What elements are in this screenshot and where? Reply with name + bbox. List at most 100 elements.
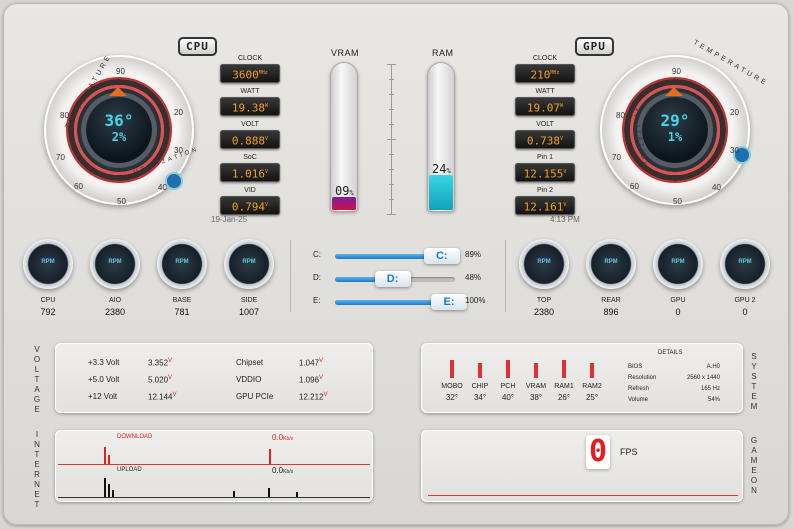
system-temp-bar-0: [450, 360, 454, 378]
fan-rpm-icon-text: RPM: [175, 259, 189, 265]
gpu-tick-40: 40: [712, 183, 721, 192]
network-spike: [296, 492, 298, 497]
rows-unit-1: V: [168, 375, 173, 381]
cpu-readout-value-2: 0.888: [231, 134, 266, 148]
fan-rpm-icon-text: RPM: [108, 259, 122, 265]
system-temp-label-3: VRAM: [525, 383, 547, 390]
ram-percent-sign: %: [446, 167, 451, 175]
rows-label-2: +12 Volt: [88, 392, 118, 401]
system-temp-bar-2: [506, 360, 510, 378]
cpu-settings-icon[interactable]: [167, 174, 181, 188]
fans_left-fan-label-0: CPU: [40, 297, 56, 304]
gpu-readout-label-0: CLOCK: [532, 55, 558, 62]
cpu-readout-3: 1.016V: [220, 163, 280, 182]
vram-percent-value: 09: [335, 184, 350, 198]
system-temp-value-2: 40°: [501, 393, 515, 402]
drive-label-0: C:: [313, 250, 321, 259]
upload-label: UPLOAD: [117, 467, 142, 473]
cpu-util-value: 2%: [111, 130, 127, 144]
fans_right-fan-1: RPM: [586, 239, 636, 289]
gpu-readout-4: 12.161V: [515, 196, 575, 215]
drive-usage-track-2: E:: [335, 294, 467, 310]
download-readout: 0.0Kb/s: [272, 433, 293, 442]
gpu-readout-value-4: 12.161: [523, 200, 564, 214]
details-title: DETAILS: [658, 350, 683, 356]
detail-label-1: Resolution: [628, 375, 657, 381]
drive-letter-knob-1[interactable]: D:: [374, 271, 411, 287]
cpu-tick-20: 20: [174, 108, 183, 117]
gpu-readout-3: 12.155V: [515, 163, 575, 182]
cpu-readout-unit-4: V: [265, 202, 269, 208]
cpu-dial-core: 36° 2%: [86, 97, 152, 163]
voltage-title: VOLTAGE: [33, 345, 43, 414]
system-temp-value-3: 38°: [529, 393, 543, 402]
scale-tick: [389, 184, 394, 185]
gpu-readout-value-1: 19.07: [526, 101, 561, 115]
fans_right-fan-label-2: GPU: [670, 297, 686, 304]
download-unit: Kb/s: [283, 436, 294, 442]
gpu-util-value: 1%: [667, 130, 683, 144]
gpu-readout-2: 0.738V: [515, 130, 575, 149]
cpu-readout-unit-0: MHz: [258, 70, 268, 76]
scale-tick: [389, 169, 394, 170]
rows-label-0: +3.3 Volt: [88, 358, 120, 367]
gpu-readout-value-2: 0.738: [526, 134, 561, 148]
time-label: 4:13 PM: [550, 215, 580, 224]
cpu-readout-label-4: VID: [244, 187, 256, 194]
cpu-readout-label-1: WATT: [240, 88, 260, 95]
gpu-tick-20: 20: [730, 108, 739, 117]
rows2-value-1: 1.096V: [299, 375, 323, 385]
date-label: 19-Jan-25: [211, 215, 248, 224]
gpu-readout-unit-0: MHz: [550, 70, 560, 76]
system-temp-value-5: 25°: [585, 393, 599, 402]
drive-letter-knob-2[interactable]: E:: [431, 294, 467, 310]
cpu-readout-2: 0.888V: [220, 130, 280, 149]
cpu-readout-label-0: CLOCK: [237, 55, 263, 62]
fan-divider-left: [290, 240, 291, 312]
drive-label-1: D:: [313, 273, 321, 282]
rows-value-1: 5.020V: [148, 375, 172, 385]
rows-value-2: 12.144V: [148, 392, 176, 402]
cpu-readout-value-1: 19.38: [231, 101, 266, 115]
rows-number-1: 5.020: [148, 375, 169, 385]
cpu-flame-icon: [109, 87, 127, 96]
ram-label: RAM: [432, 48, 454, 58]
fans_left-fan-rpm-2: 781: [174, 307, 190, 317]
network-spike: [108, 455, 110, 464]
gpu-readout-unit-1: W: [560, 103, 564, 109]
cpu-temp-value: 36°: [104, 111, 134, 130]
gpu-tick-60: 60: [630, 182, 639, 191]
rows-unit-2: V: [172, 392, 177, 398]
fans_left-fan-rpm-1: 2380: [104, 307, 126, 317]
fans_left-fan-rpm-3: 1007: [238, 307, 260, 317]
network-spike: [112, 490, 114, 497]
vram-percent-sign: %: [349, 189, 354, 197]
fans_right-fan-label-0: TOP: [536, 297, 552, 304]
rows2-value-2: 12.212V: [299, 392, 327, 402]
gpu-readout-unit-4: V: [563, 202, 567, 208]
internet-title: INTERNET: [34, 430, 42, 509]
gpu-badge: GPU: [575, 37, 614, 56]
fans_right-fan-rpm-2: 0: [675, 307, 681, 317]
gpu-dial-core: 29° 1%: [642, 97, 708, 163]
detail-value-0: A.H0: [706, 364, 720, 370]
cpu-readout-value-0: 3600: [232, 68, 259, 82]
fps-label: FPS: [620, 447, 638, 457]
network-spike: [268, 488, 270, 497]
vram-fill: [332, 196, 356, 210]
system-temp-bar-5: [590, 363, 594, 378]
rows2-number-2: 12.212: [299, 392, 324, 402]
fan-rpm-icon-text: RPM: [242, 259, 256, 265]
gpu-readout-unit-2: V: [560, 136, 564, 142]
cpu-readout-1: 19.38W: [220, 97, 280, 116]
fan-rpm-icon-text: RPM: [537, 259, 551, 265]
fans_left-fan-label-3: SIDE: [240, 297, 258, 304]
gpu-temperature-dial: 29° 1%: [600, 55, 750, 205]
gpu-readout-value-3: 12.155: [523, 167, 564, 181]
fan-rpm-icon-text: RPM: [604, 259, 618, 265]
scale-tick: [389, 79, 394, 80]
drive-letter-knob-0[interactable]: C:: [423, 248, 460, 264]
detail-label-2: Refresh: [628, 386, 650, 392]
drive-percent-2: 100%: [465, 296, 486, 305]
fans_left-fan-0: RPM: [23, 239, 73, 289]
